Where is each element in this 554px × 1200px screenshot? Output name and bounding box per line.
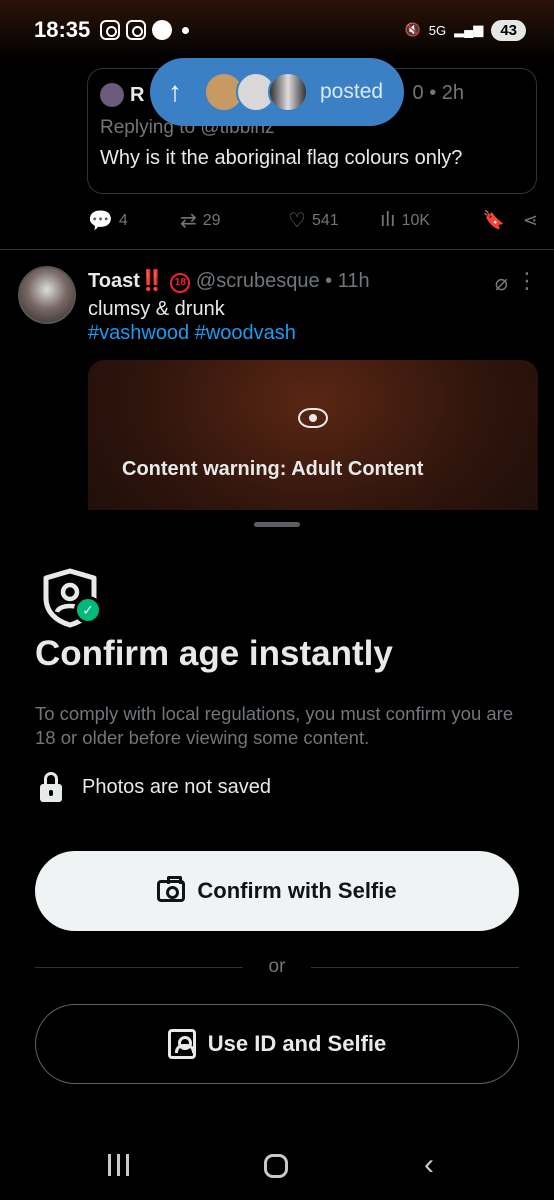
tweet-divider xyxy=(0,249,554,250)
messenger-icon xyxy=(152,20,173,40)
separator-line xyxy=(311,966,519,968)
home-icon[interactable] xyxy=(264,1154,288,1178)
more-options-icon[interactable]: ⋮ xyxy=(516,268,538,294)
tweet-actions-end: 🔖 ⋖ xyxy=(482,210,538,231)
grok-icon[interactable]: ⌀ xyxy=(495,270,508,296)
poster-avatars xyxy=(204,72,308,112)
back-icon[interactable]: ‹ xyxy=(424,1148,434,1182)
quoted-avatar xyxy=(100,83,124,107)
separator-line xyxy=(35,966,243,968)
tweet-actions: 💬 4 ⇄ 29 ♡ 541 ılı 10K 🔖 ⋖ xyxy=(88,208,538,233)
photos-not-saved-label: Photos are not saved xyxy=(82,776,272,798)
tweet-hashtags[interactable]: #vashwood #woodvash xyxy=(88,322,296,345)
confirm-with-selfie-label: Confirm with Selfie xyxy=(197,878,397,903)
android-nav-bar: ‹ xyxy=(0,1140,554,1190)
status-right: 🔇 5G ▂▄▆ 43 xyxy=(404,19,526,41)
content-warning-title: Content warning: Adult Content xyxy=(122,458,424,480)
age-verification-sheet: ✓ Confirm age instantly To comply with l… xyxy=(0,510,554,1200)
reply-icon: 💬 xyxy=(88,210,113,232)
new-posts-pill[interactable]: ↑ posted xyxy=(150,58,404,126)
author-name[interactable]: Toast xyxy=(88,270,140,292)
share-icon[interactable]: ⋖ xyxy=(523,210,538,231)
reply-count: 4 xyxy=(118,211,128,229)
quoted-time: 0 • 2h xyxy=(412,82,464,104)
sheet-title: Confirm age instantly xyxy=(35,634,393,673)
avatar xyxy=(268,72,308,112)
age-restricted-icon: 18 xyxy=(170,273,191,293)
status-bar: 18:35 🔇 5G ▂▄▆ 43 xyxy=(0,0,554,60)
check-icon: ✓ xyxy=(74,596,102,624)
instagram-icon-2 xyxy=(126,20,147,40)
reply-button[interactable]: 💬 4 xyxy=(88,208,180,233)
arrow-up-icon: ↑ xyxy=(168,76,182,107)
id-card-icon xyxy=(167,1029,196,1059)
signal-icon: ▂▄▆ xyxy=(454,22,484,37)
tweet-header: Toast‼️ 18 @scrubesque • 11h xyxy=(88,268,370,293)
mute-icon: 🔇 xyxy=(404,22,421,37)
or-separator: or xyxy=(35,956,519,978)
like-count: 541 xyxy=(311,211,339,229)
lock-icon xyxy=(40,772,62,802)
avatar[interactable] xyxy=(18,266,76,324)
or-label: or xyxy=(268,956,286,977)
sheet-description: To comply with local regulations, you mu… xyxy=(35,703,514,748)
views-icon: ılı xyxy=(380,209,396,231)
author-handle-time: @scrubesque • 11h xyxy=(195,270,370,292)
bookmark-icon[interactable]: 🔖 xyxy=(482,210,504,231)
like-button[interactable]: ♡ 541 xyxy=(288,208,380,233)
views-count: 10K xyxy=(401,211,431,229)
tweet-text: clumsy & drunk xyxy=(88,298,225,320)
notification-dot-icon xyxy=(182,26,190,34)
network-label: 5G xyxy=(428,22,447,38)
use-id-and-selfie-button[interactable]: Use ID and Selfie xyxy=(35,1004,519,1084)
recents-icon[interactable] xyxy=(108,1154,129,1176)
quoted-name: R xyxy=(130,83,145,106)
author-name-suffix: ‼️ xyxy=(139,270,165,292)
clock: 18:35 xyxy=(34,17,91,42)
battery-indicator: 43 xyxy=(491,19,526,41)
retweet-count: 29 xyxy=(202,211,221,229)
use-id-and-selfie-label: Use ID and Selfie xyxy=(207,1031,387,1056)
drag-handle[interactable] xyxy=(254,522,300,527)
retweet-icon: ⇄ xyxy=(180,210,197,232)
eye-icon xyxy=(298,408,328,428)
views-button[interactable]: ılı 10K xyxy=(380,209,472,232)
heart-icon: ♡ xyxy=(288,210,306,232)
retweet-button[interactable]: ⇄ 29 xyxy=(180,208,288,233)
confirm-with-selfie-button[interactable]: Confirm with Selfie xyxy=(35,851,519,931)
quoted-tweet-text: Why is it the aboriginal flag colours on… xyxy=(100,147,463,169)
instagram-icon xyxy=(100,20,121,40)
camera-icon xyxy=(157,876,186,902)
posted-label: posted xyxy=(320,80,384,103)
